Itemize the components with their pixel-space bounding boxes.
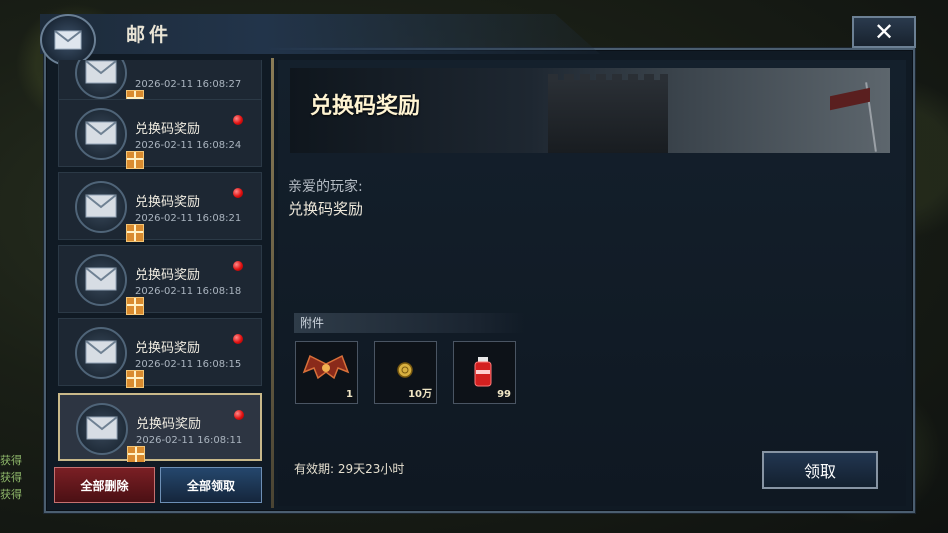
mail-banner: 兑换码奖励 xyxy=(290,68,890,153)
mail-item-title: 兑换码奖励 xyxy=(136,417,202,432)
close-icon: ✕ xyxy=(873,18,895,46)
mail-list-item[interactable]: 兑换码奖励 2026-02-11 16:08:24 xyxy=(58,99,262,169)
side-text-line: 获得 xyxy=(0,471,22,484)
validity-label: 有效期: xyxy=(294,462,335,476)
unread-dot-icon xyxy=(233,334,243,344)
mail-subject: 兑换码奖励 xyxy=(310,94,421,119)
mail-list-item-selected[interactable]: 兑换码奖励 2026-02-11 16:08:11 xyxy=(58,393,262,462)
mail-title-icon xyxy=(40,14,96,66)
mail-envelope-icon xyxy=(75,254,144,315)
mail-item-time: 2026-02-11 16:08:18 xyxy=(135,286,242,297)
attachment-qty: 10万 xyxy=(408,389,432,400)
validity-text: 有效期: 29天23小时 xyxy=(294,460,404,477)
mail-envelope-icon xyxy=(75,108,144,169)
banner-flag-image xyxy=(830,87,870,111)
mail-list[interactable]: 2026-02-11 16:08:27 兑换码奖励 2026-02-11 16:… xyxy=(54,60,264,462)
mail-item-title: 兑换码奖励 xyxy=(135,341,201,356)
mail-list-item[interactable]: 兑换码奖励 2026-02-11 16:08:15 xyxy=(58,318,262,388)
mail-envelope-icon xyxy=(75,60,144,108)
mail-item-title: 兑换码奖励 xyxy=(135,195,201,210)
mail-item-title: 兑换码奖励 xyxy=(135,122,201,137)
castle-tower-image xyxy=(548,74,668,153)
attachment-qty: 99 xyxy=(497,389,511,400)
title-bar xyxy=(40,14,600,54)
envelope-icon xyxy=(54,30,82,50)
mail-item-title: 兑换码奖励 xyxy=(135,268,201,283)
unread-dot-icon xyxy=(234,410,244,420)
gift-icon xyxy=(126,151,144,169)
close-button[interactable]: ✕ xyxy=(852,16,916,48)
gift-icon xyxy=(127,446,145,462)
unread-dot-icon xyxy=(233,261,243,271)
mail-item-time: 2026-02-11 16:08:24 xyxy=(135,140,242,151)
mail-detail-panel: 兑换码奖励 亲爱的玩家: 兑换码奖励 附件 1 10万 99 有效期: 29天2… xyxy=(278,60,906,506)
mail-envelope-icon xyxy=(76,403,145,462)
mail-item-time: 2026-02-11 16:08:27 xyxy=(135,79,242,90)
attachment-qty: 1 xyxy=(346,389,353,400)
gift-icon xyxy=(126,297,144,315)
mail-greeting: 亲爱的玩家: xyxy=(288,179,363,195)
mail-envelope-icon xyxy=(75,327,144,388)
gift-icon xyxy=(126,370,144,388)
mail-body: 兑换码奖励 xyxy=(288,200,364,218)
attachment-slot[interactable]: 10万 xyxy=(374,341,437,404)
side-text-line: 获得 xyxy=(0,488,22,501)
mail-item-time: 2026-02-11 16:08:11 xyxy=(136,435,243,446)
mail-item-time: 2026-02-11 16:08:21 xyxy=(135,213,242,224)
side-chat-text: 获得 获得 获得 xyxy=(0,452,50,503)
mail-envelope-icon xyxy=(75,181,144,242)
mail-list-item[interactable]: 兑换码奖励 2026-02-11 16:08:18 xyxy=(58,245,262,315)
window-title: 邮件 xyxy=(126,24,173,46)
mail-item-time: 2026-02-11 16:08:15 xyxy=(135,359,242,370)
delete-all-button[interactable]: 全部删除 xyxy=(54,467,155,503)
side-text-line: 获得 xyxy=(0,454,22,467)
gift-icon xyxy=(126,224,144,242)
unread-dot-icon xyxy=(233,115,243,125)
attachment-slot[interactable]: 99 xyxy=(453,341,516,404)
mail-list-item[interactable]: 兑换码奖励 2026-02-11 16:08:21 xyxy=(58,172,262,242)
panel-divider xyxy=(271,58,274,508)
attachments-header: 附件 xyxy=(294,313,524,333)
validity-value: 29天23小时 xyxy=(337,462,405,476)
claim-all-button[interactable]: 全部领取 xyxy=(160,467,262,503)
attachment-slot[interactable]: 1 xyxy=(295,341,358,404)
unread-dot-icon xyxy=(233,188,243,198)
claim-button[interactable]: 领取 xyxy=(762,451,878,489)
